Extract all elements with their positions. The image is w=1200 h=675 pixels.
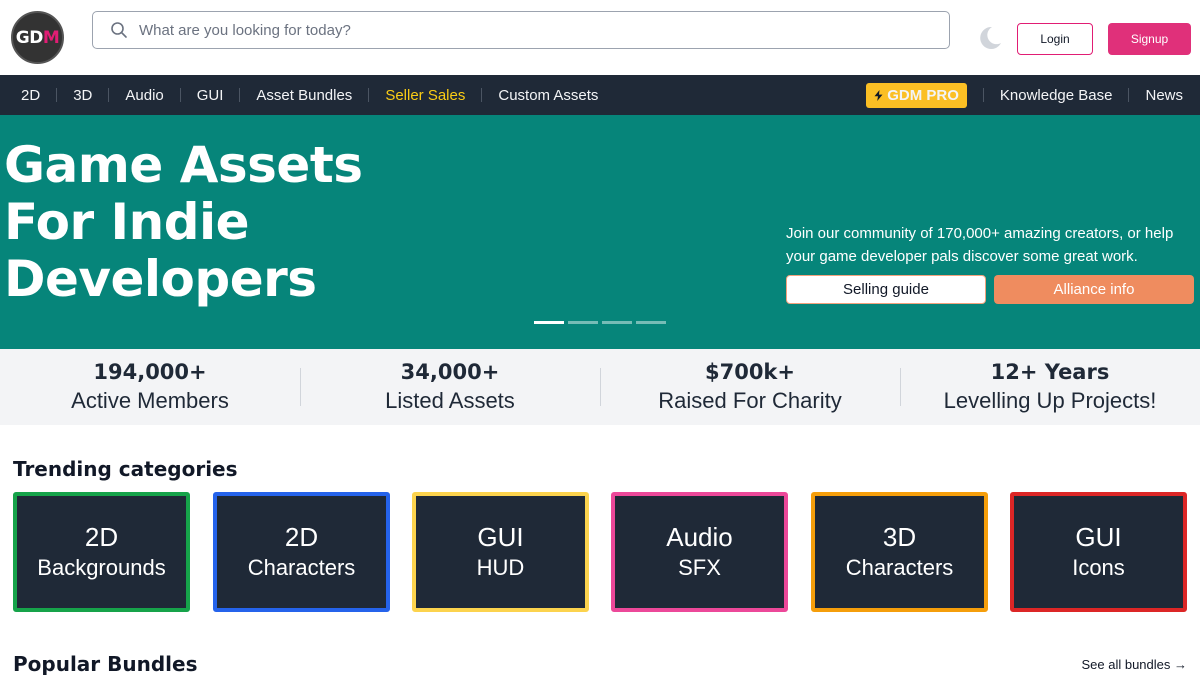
- top-header: GDM Login Signup: [0, 0, 1200, 75]
- nav-divider: [368, 88, 370, 102]
- stat-value: 34,000+: [400, 360, 500, 384]
- category-line2: SFX: [678, 555, 721, 580]
- category-line1: Audio: [666, 522, 733, 552]
- site-logo[interactable]: GDM: [11, 11, 64, 64]
- carousel-dot[interactable]: [568, 321, 598, 324]
- trending-categories: 2D Backgrounds 2D Characters GUI HUD Aud…: [13, 492, 1189, 612]
- nav-divider: [56, 88, 58, 102]
- nav-divider: [179, 88, 181, 102]
- hero-title: Game Assets For Indie Developers: [4, 137, 424, 308]
- category-line2: Characters: [247, 555, 356, 580]
- stat-label: Active Members: [71, 388, 229, 413]
- gdm-pro-label: GDM PRO: [887, 86, 959, 104]
- hero-banner: Game Assets For Indie Developers Join ou…: [0, 115, 1200, 349]
- category-line1: 2D: [84, 522, 119, 552]
- hero-title-line: Developers: [4, 250, 317, 308]
- category-line2: Characters: [845, 555, 954, 580]
- selling-guide-button[interactable]: Selling guide: [786, 275, 986, 304]
- nav-divider: [481, 88, 483, 102]
- hero-description: Join our community of 170,000+ amazing c…: [786, 225, 1174, 265]
- gdm-pro-badge[interactable]: GDM PRO: [866, 82, 967, 108]
- stat-charity: $700k+ Raised For Charity: [600, 349, 900, 425]
- trending-title: Trending categories: [13, 457, 238, 481]
- carousel-dot[interactable]: [602, 321, 632, 324]
- login-button[interactable]: Login: [1017, 23, 1093, 55]
- category-line1: GUI: [1075, 522, 1122, 552]
- nav-item-knowledge-base[interactable]: Knowledge Base: [1000, 87, 1113, 104]
- category-line1: 2D: [284, 522, 319, 552]
- category-card-audio-sfx[interactable]: Audio SFX: [611, 492, 788, 612]
- signup-button[interactable]: Signup: [1108, 23, 1191, 55]
- see-all-bundles-link[interactable]: See all bundles →: [1081, 657, 1187, 672]
- nav-divider: [982, 88, 984, 102]
- stat-value: 12+ Years: [990, 360, 1110, 384]
- nav-item-audio[interactable]: Audio: [125, 87, 163, 104]
- nav-item-seller-sales[interactable]: Seller Sales: [385, 87, 465, 104]
- category-line2: Icons: [1072, 555, 1125, 580]
- stat-value: 194,000+: [93, 360, 207, 384]
- category-card-2d-characters[interactable]: 2D Characters: [213, 492, 390, 612]
- hero-title-line: For Indie: [4, 193, 250, 251]
- category-card-gui-hud[interactable]: GUI HUD: [412, 492, 589, 612]
- nav-item-asset-bundles[interactable]: Asset Bundles: [256, 87, 352, 104]
- alliance-info-button[interactable]: Alliance info: [994, 275, 1194, 304]
- stat-members: 194,000+ Active Members: [0, 349, 300, 425]
- category-line2: Backgrounds: [37, 555, 166, 580]
- nav-divider: [1128, 88, 1130, 102]
- nav-item-3d[interactable]: 3D: [73, 87, 92, 104]
- nav-divider: [239, 88, 241, 102]
- stat-label: Listed Assets: [385, 388, 515, 413]
- nav-item-news[interactable]: News: [1145, 87, 1183, 104]
- stat-label: Raised For Charity: [658, 388, 842, 413]
- carousel-indicators: [534, 321, 666, 324]
- category-card-2d-backgrounds[interactable]: 2D Backgrounds: [13, 492, 190, 612]
- nav-item-gui[interactable]: GUI: [197, 87, 224, 104]
- category-line1: 3D: [882, 522, 917, 552]
- category-line2: HUD: [476, 555, 525, 580]
- main-nav: 2D 3D Audio GUI Asset Bundles Seller Sal…: [0, 75, 1200, 115]
- stat-years: 12+ Years Levelling Up Projects!: [900, 349, 1200, 425]
- search-bar[interactable]: [92, 11, 950, 49]
- stat-label: Levelling Up Projects!: [943, 388, 1157, 413]
- category-line1: GUI: [477, 522, 524, 552]
- moon-icon[interactable]: [975, 24, 1003, 52]
- nav-item-custom-assets[interactable]: Custom Assets: [498, 87, 598, 104]
- nav-divider: [108, 88, 110, 102]
- category-card-3d-characters[interactable]: 3D Characters: [811, 492, 988, 612]
- hero-title-line: Game Assets: [4, 136, 363, 194]
- stat-value: $700k+: [704, 360, 795, 384]
- search-icon: [99, 12, 139, 48]
- popular-bundles-title: Popular Bundles: [13, 652, 198, 675]
- logo-text: GDM: [15, 27, 60, 48]
- nav-item-2d[interactable]: 2D: [21, 87, 40, 104]
- search-input[interactable]: [139, 13, 949, 47]
- carousel-dot[interactable]: [534, 321, 564, 324]
- category-card-gui-icons[interactable]: GUI Icons: [1010, 492, 1187, 612]
- stat-assets: 34,000+ Listed Assets: [300, 349, 600, 425]
- lightning-icon: [874, 89, 883, 101]
- stats-strip: 194,000+ Active Members 34,000+ Listed A…: [0, 349, 1200, 425]
- carousel-dot[interactable]: [636, 321, 666, 324]
